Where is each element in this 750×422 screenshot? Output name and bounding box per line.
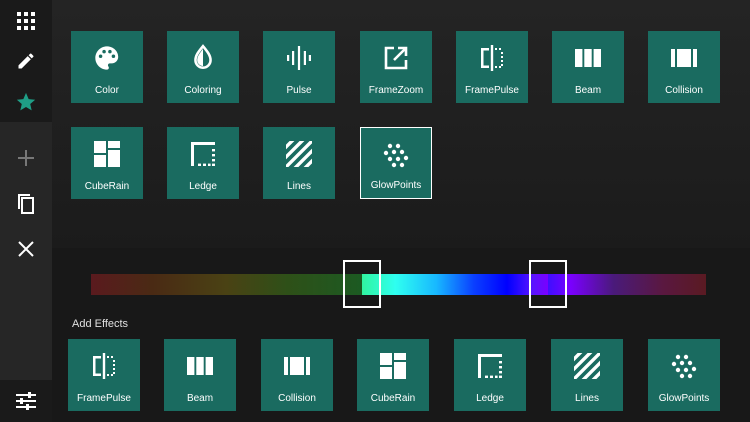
effect-tile-label: CubeRain (84, 181, 130, 192)
effect-tile-lines[interactable]: Lines (263, 127, 335, 199)
effect-tile-label: FrameZoom (368, 85, 424, 96)
grid-button[interactable] (0, 1, 52, 41)
effect-tile-collision[interactable]: Collision (648, 31, 720, 103)
beam-icon (575, 49, 601, 67)
effect-tile-coloring[interactable]: Coloring (167, 31, 239, 103)
collision-icon (671, 49, 697, 67)
frame-pulse-icon (481, 45, 503, 71)
range-start-handle[interactable] (343, 260, 381, 308)
plus-icon (18, 150, 34, 166)
effect-tile-label: Pulse (286, 85, 312, 96)
favorites-button[interactable] (0, 82, 52, 122)
diagonal-lines-icon (574, 353, 600, 379)
effect-tile-label: Color (95, 85, 119, 96)
effect-tile-ledge[interactable]: Ledge (167, 127, 239, 199)
effect-tile-framepulse[interactable]: FramePulse (456, 31, 528, 103)
ledge-icon (478, 354, 502, 378)
duplicate-button[interactable] (0, 184, 52, 224)
delete-button[interactable] (0, 229, 52, 269)
drop-icon (194, 44, 212, 69)
settings-button[interactable] (0, 381, 52, 421)
effect-tile-beam[interactable]: Beam (552, 31, 624, 103)
diagonal-lines-icon (286, 141, 312, 167)
pencil-icon (18, 53, 34, 69)
effect-tile-label: Beam (574, 85, 602, 96)
add-effect-label: CubeRain (370, 393, 416, 404)
add-effect-label: Lines (575, 393, 599, 404)
ledge-icon (191, 142, 215, 166)
edit-button[interactable] (0, 41, 52, 81)
effect-tile-label: Collision (665, 85, 703, 96)
add-button[interactable] (0, 138, 52, 178)
add-effect-beam[interactable]: Beam (164, 339, 236, 411)
effect-tile-framezoom[interactable]: FrameZoom (360, 31, 432, 103)
effect-tile-label: GlowPoints (370, 180, 422, 191)
add-effect-label: Collision (278, 393, 316, 404)
effect-tile-pulse[interactable]: Pulse (263, 31, 335, 103)
effect-tile-label: Ledge (189, 181, 217, 192)
close-icon (18, 241, 34, 257)
effect-tile-color[interactable]: Color (71, 31, 143, 103)
effect-tile-cuberain[interactable]: CubeRain (71, 127, 143, 199)
add-effect-cuberain[interactable]: CubeRain (357, 339, 429, 411)
cube-rain-icon (94, 141, 120, 167)
cube-rain-icon (380, 353, 406, 379)
add-effect-ledge[interactable]: Ledge (454, 339, 526, 411)
add-effect-label: Ledge (476, 393, 504, 404)
effect-tile-label: Lines (287, 181, 311, 192)
collision-icon (284, 357, 310, 375)
range-end-handle[interactable] (529, 260, 567, 308)
sidebar (0, 0, 52, 422)
palette-icon (95, 46, 119, 70)
grid-icon (17, 12, 35, 30)
sliders-icon (16, 392, 36, 410)
add-effect-lines[interactable]: Lines (551, 339, 623, 411)
waveform-icon (287, 46, 311, 70)
star-icon (16, 92, 36, 111)
add-effect-label: FramePulse (77, 393, 131, 404)
frame-pulse-icon (93, 353, 115, 379)
open-in-new-icon (384, 46, 408, 70)
add-effect-label: Beam (186, 393, 214, 404)
add-effect-collision[interactable]: Collision (261, 339, 333, 411)
selected-color-range (362, 274, 548, 295)
effect-tile-glowpoints[interactable]: GlowPoints (360, 127, 432, 199)
add-effect-label: GlowPoints (658, 393, 710, 404)
glow-points-icon (671, 354, 697, 379)
add-effect-framepulse[interactable]: FramePulse (68, 339, 140, 411)
add-effect-glowpoints[interactable]: GlowPoints (648, 339, 720, 411)
beam-icon (187, 357, 213, 375)
copy-icon (18, 194, 34, 214)
add-effects-label: Add Effects (72, 318, 129, 330)
glow-points-icon (383, 143, 409, 168)
effect-tile-label: Coloring (184, 85, 222, 96)
effect-tile-label: FramePulse (465, 85, 519, 96)
